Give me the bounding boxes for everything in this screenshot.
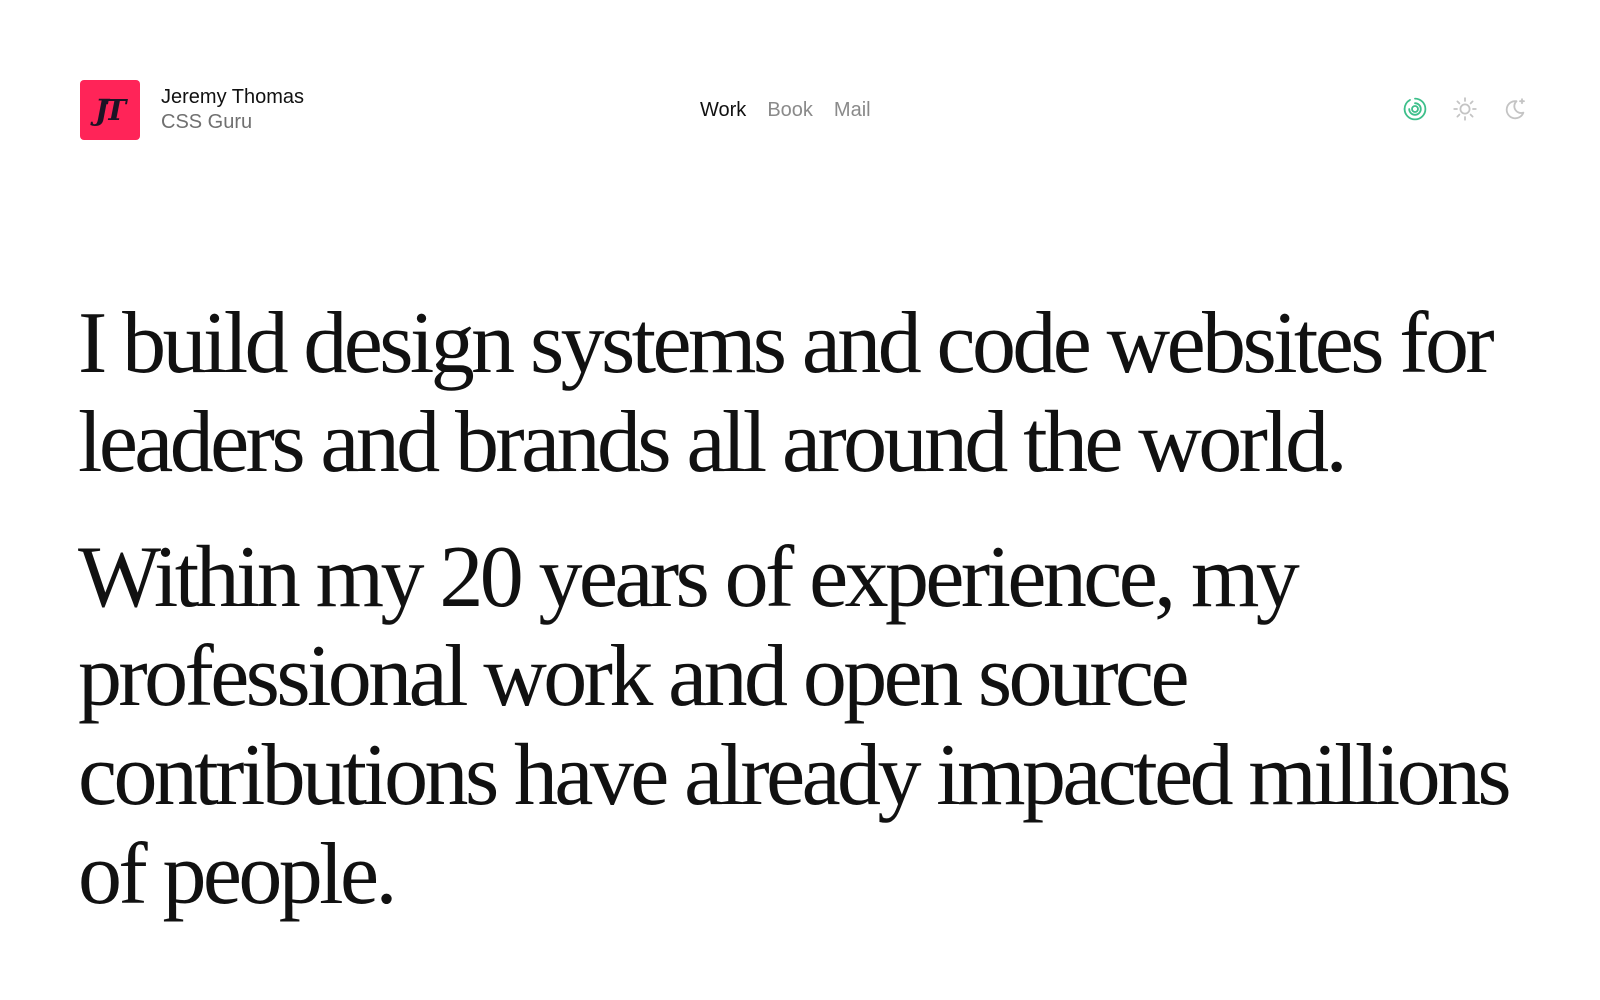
light-theme-button[interactable] — [1452, 96, 1478, 122]
logo-monogram: JT — [94, 92, 126, 127]
brand-name: Jeremy Thomas — [161, 86, 305, 108]
intro-paragraph-1: I build design systems and code websites… — [78, 295, 1495, 491]
intro: I build design systems and code websites… — [78, 294, 1528, 924]
brand-role: CSS Guru — [161, 111, 253, 133]
sun-icon — [1453, 97, 1477, 121]
nav-link-book[interactable]: Book — [767, 96, 813, 124]
main-nav: Work Book Mail — [700, 96, 871, 124]
dark-theme-button[interactable] — [1502, 96, 1528, 122]
brand-link[interactable]: JT Jeremy Thomas CSS Guru — [80, 80, 304, 140]
intro-paragraph-2: Within my 20 years of experience, my pro… — [78, 529, 1512, 923]
logo: JT — [80, 80, 140, 140]
site-header: JT Jeremy Thomas CSS Guru Work Book Mail — [80, 80, 1528, 140]
brand-text: Jeremy Thomas CSS Guru — [161, 85, 304, 135]
nav-link-mail[interactable]: Mail — [834, 96, 871, 124]
nav-link-work[interactable]: Work — [700, 96, 746, 124]
system-theme-icon — [1403, 97, 1427, 121]
theme-switcher — [1402, 96, 1528, 122]
system-theme-button[interactable] — [1402, 96, 1428, 122]
moon-icon — [1505, 98, 1525, 120]
